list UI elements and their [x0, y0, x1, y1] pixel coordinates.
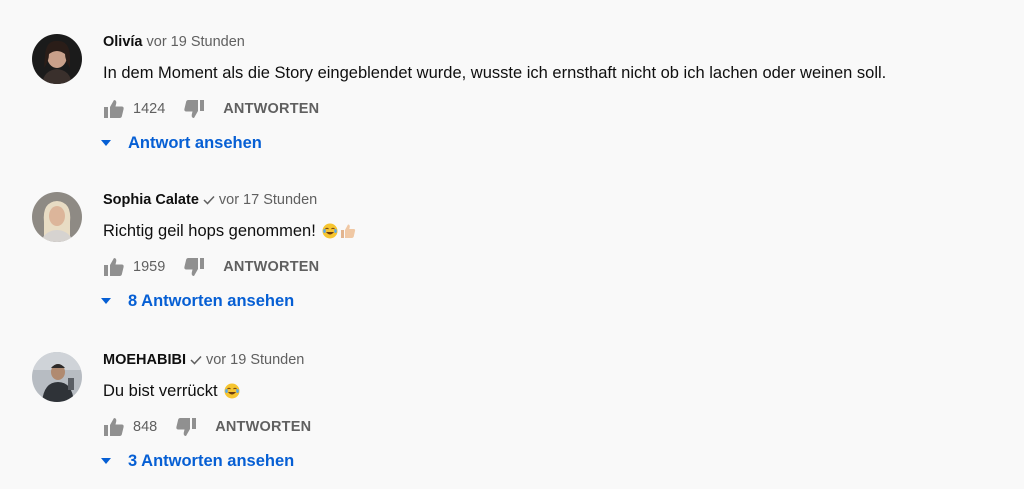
checkmark-icon — [203, 192, 215, 210]
thumbs-up-icon[interactable] — [103, 416, 125, 438]
caret-down-icon — [100, 297, 112, 305]
comment-header: Sophia Calate vor 17 Stunden — [103, 191, 317, 209]
comment-body: Richtig geil hops genommen! — [103, 222, 316, 240]
comment-actions: 848 ANTWORTEN — [103, 416, 311, 438]
view-replies-label: 3 Antworten ansehen — [128, 451, 295, 470]
view-replies-label: Antwort ansehen — [128, 133, 262, 152]
comment-actions: 1959 ANTWORTEN — [103, 256, 319, 278]
comment-actions: 1424 ANTWORTEN — [103, 98, 319, 120]
thumbs-down-icon[interactable] — [175, 416, 197, 438]
author-name[interactable]: Olivía — [103, 34, 143, 50]
comment-header: MOEHABIBI vor 19 Stunden — [103, 351, 304, 369]
comment-thread: Sophia Calate vor 17 Stunden Richtig geil… — [0, 190, 1024, 340]
caret-down-icon — [100, 457, 112, 465]
comment-timestamp[interactable]: vor 17 Stunden — [219, 192, 317, 208]
view-replies-button[interactable]: 8 Antworten ansehen — [100, 290, 294, 312]
thumbs-up-emoji-icon — [340, 223, 356, 245]
view-replies-button[interactable]: Antwort ansehen — [100, 132, 262, 154]
comment-body: In dem Moment als die Story eingeblendet… — [103, 64, 887, 82]
comments-section: Olivía vor 19 Stunden In dem Moment als d… — [0, 0, 1024, 489]
comment-thread: MOEHABIBI vor 19 Stunden Du bist verrückt… — [0, 350, 1024, 489]
face-with-tears-of-joy-icon — [322, 223, 338, 245]
comment-timestamp[interactable]: vor 19 Stunden — [206, 352, 304, 368]
avatar[interactable] — [32, 352, 82, 402]
thumbs-up-icon[interactable] — [103, 256, 125, 278]
avatar[interactable] — [32, 192, 82, 242]
checkmark-icon — [190, 352, 202, 370]
comment-header: Olivía vor 19 Stunden — [103, 33, 245, 51]
like-count: 848 — [133, 419, 158, 435]
reply-button[interactable]: ANTWORTEN — [223, 101, 319, 117]
comment-timestamp[interactable]: vor 19 Stunden — [147, 34, 245, 50]
comment-text: Richtig geil hops genommen! — [103, 220, 356, 245]
view-replies-button[interactable]: 3 Antworten ansehen — [100, 450, 294, 472]
comment-body: Du bist verrückt — [103, 382, 218, 400]
thumbs-up-icon[interactable] — [103, 98, 125, 120]
reply-button[interactable]: ANTWORTEN — [215, 419, 311, 435]
view-replies-label: 8 Antworten ansehen — [128, 291, 295, 310]
thumbs-down-icon[interactable] — [183, 256, 205, 278]
caret-down-icon — [100, 139, 112, 147]
avatar[interactable] — [32, 34, 82, 84]
reply-button[interactable]: ANTWORTEN — [223, 259, 319, 275]
author-name[interactable]: Sophia Calate — [103, 192, 199, 208]
thumbs-down-icon[interactable] — [183, 98, 205, 120]
comment-text: Du bist verrückt — [103, 380, 240, 405]
author-name[interactable]: MOEHABIBI — [103, 352, 186, 368]
comment-thread: Olivía vor 19 Stunden In dem Moment als d… — [0, 32, 1024, 182]
comment-text: In dem Moment als die Story eingeblendet… — [103, 62, 886, 84]
like-count: 1424 — [133, 101, 166, 117]
face-with-tears-of-joy-icon — [224, 383, 240, 405]
like-count: 1959 — [133, 259, 166, 275]
